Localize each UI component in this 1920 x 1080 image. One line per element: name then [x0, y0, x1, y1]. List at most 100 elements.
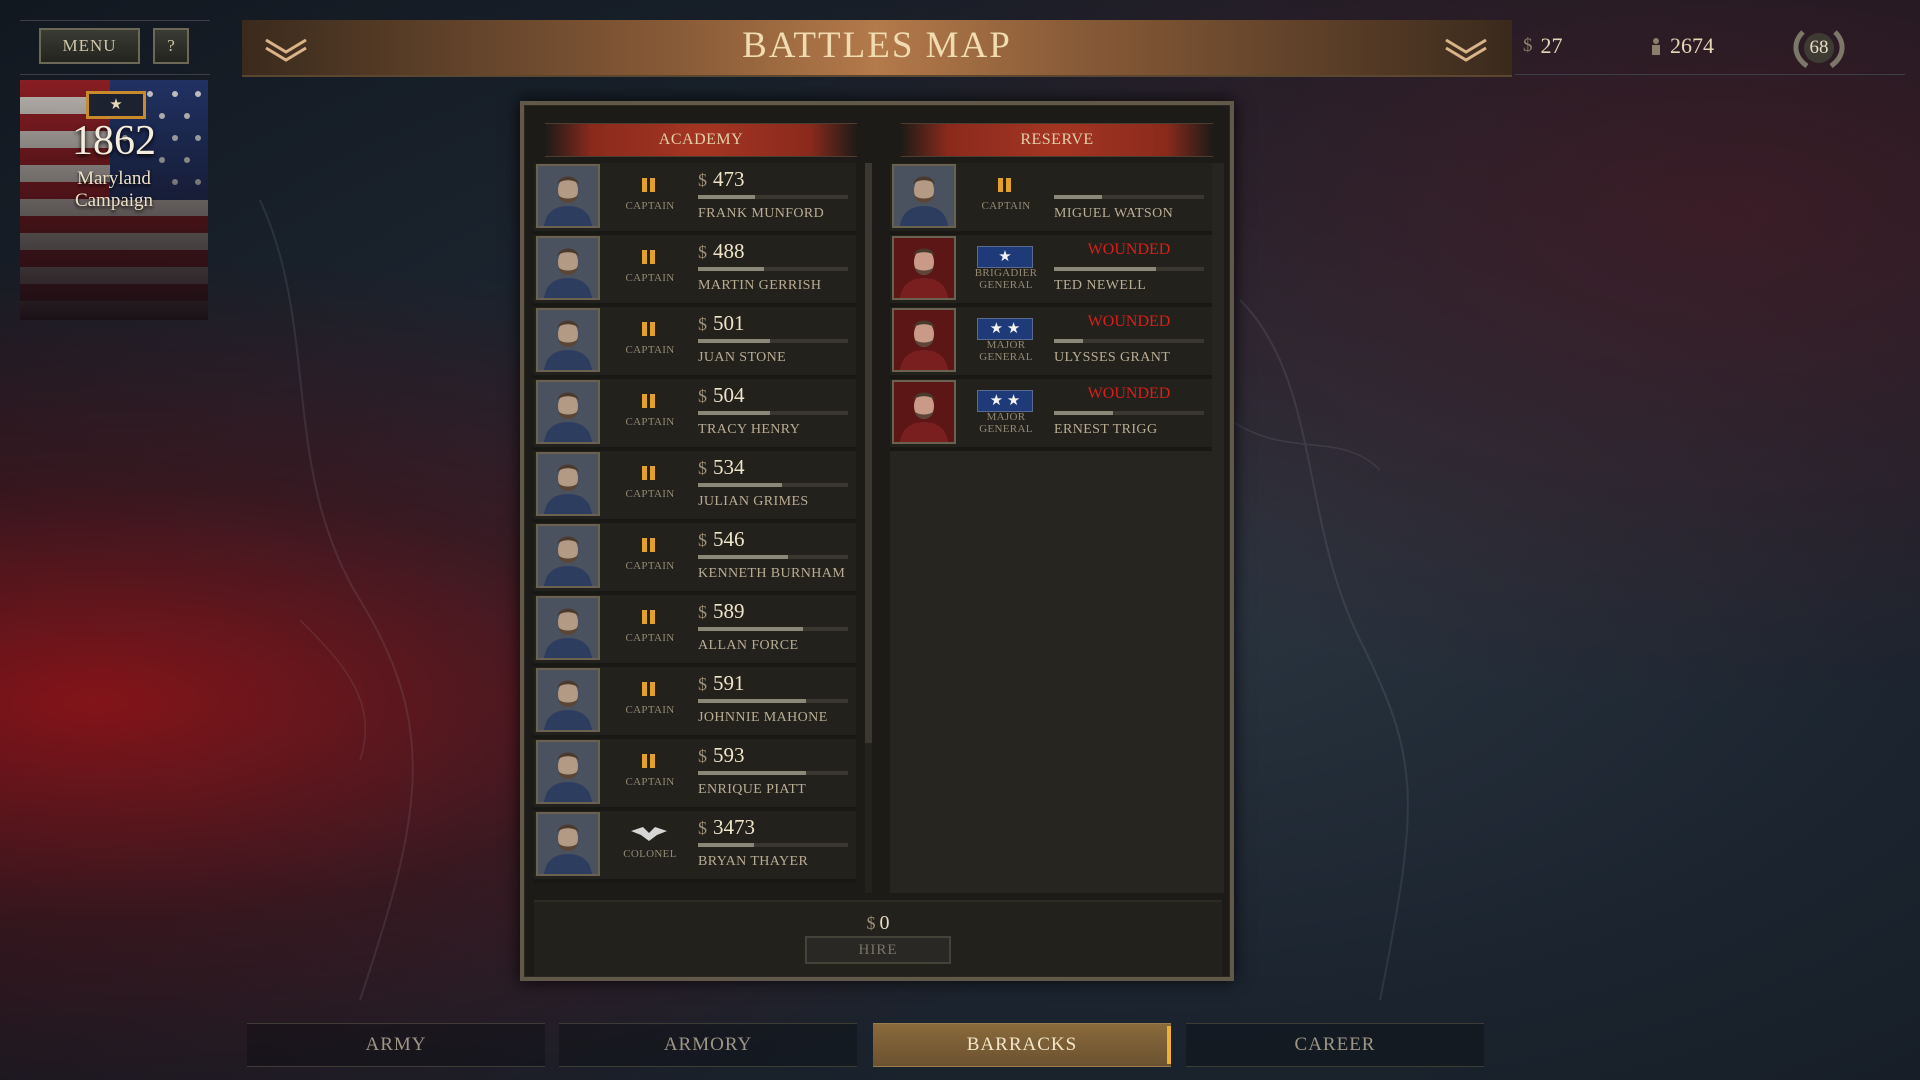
dollar-icon: $: [698, 386, 707, 406]
officer-portrait: [536, 308, 600, 372]
officer-name: KENNETH BURNHAM: [698, 566, 846, 581]
officer-portrait: [536, 236, 600, 300]
academy-officer-row[interactable]: CAPTAIN $591 JOHNNIE MAHONE: [534, 667, 856, 739]
officer-price: $488: [698, 239, 745, 264]
tab-career[interactable]: CAREER: [1186, 1023, 1484, 1067]
academy-officer-row[interactable]: CAPTAIN $534 JULIAN GRIMES: [534, 451, 856, 523]
experience-bar: [1054, 195, 1204, 199]
menu-button[interactable]: MENU: [39, 28, 140, 64]
officer-name: TED NEWELL: [1054, 278, 1147, 293]
academy-officer-row[interactable]: CAPTAIN $504 TRACY HENRY: [534, 379, 856, 451]
experience-bar: [698, 627, 848, 631]
top-divider: [20, 20, 210, 21]
officer-name: BRYAN THAYER: [698, 854, 809, 869]
campaign-name-line: Campaign: [74, 190, 154, 211]
reserve-officer-row[interactable]: CAPTAIN MIGUEL WATSON: [890, 163, 1212, 235]
captain-bars-icon: [616, 677, 682, 701]
officer-rank: CAPTAIN: [625, 632, 675, 644]
experience-bar: [1054, 339, 1204, 343]
captain-bars-icon: [616, 317, 682, 341]
wounded-status: WOUNDED: [1087, 313, 1171, 330]
academy-officer-row[interactable]: CAPTAIN $501 JUAN STONE: [534, 307, 856, 379]
academy-officer-row[interactable]: CAPTAIN $593 ENRIQUE PIATT: [534, 739, 856, 811]
academy-list[interactable]: CAPTAIN $473 FRANK MUNFORD CAPTAIN $488 MARTI…: [534, 163, 864, 893]
campaign-star-badge: ★: [86, 91, 146, 119]
officer-portrait: [892, 380, 956, 444]
rank-level: 68: [1809, 37, 1829, 58]
officer-rank: CAPTAIN: [981, 200, 1031, 212]
academy-officer-row[interactable]: CAPTAIN $488 MARTIN GERRISH: [534, 235, 856, 307]
experience-bar: [1054, 411, 1204, 415]
experience-bar: [1054, 267, 1204, 271]
scrollbar-thumb[interactable]: [865, 163, 872, 743]
officer-rank: MAJOR GENERAL: [968, 411, 1044, 435]
officer-rank: CAPTAIN: [625, 200, 675, 212]
officer-price: $504: [698, 383, 745, 408]
dollar-icon: $: [698, 170, 707, 190]
general-stars: ★ ★: [977, 318, 1033, 340]
officer-portrait: [536, 452, 600, 516]
officer-portrait: [536, 668, 600, 732]
reserve-officer-row[interactable]: ★ ★ MAJOR GENERAL WOUNDED ERNEST TRIGG: [890, 379, 1212, 451]
captain-bars-icon: [616, 245, 682, 269]
chevron-down-icon[interactable]: [1442, 32, 1490, 66]
officer-price: $591: [698, 671, 745, 696]
officer-portrait: [892, 164, 956, 228]
title-bar: BATTLES MAP: [242, 20, 1512, 77]
captain-bars-icon: [616, 749, 682, 773]
experience-bar: [698, 843, 848, 847]
hire-button[interactable]: HIRE: [805, 936, 951, 964]
hire-cost: $0: [534, 912, 1222, 935]
experience-bar: [698, 267, 848, 271]
captain-bars-icon: [616, 533, 682, 557]
officer-rank: CAPTAIN: [625, 704, 675, 716]
dollar-icon: $: [698, 602, 707, 622]
officer-rank-line: GENERAL: [979, 351, 1033, 363]
tab-army[interactable]: ARMY: [247, 1023, 545, 1067]
officer-rank: COLONEL: [623, 848, 677, 860]
academy-scrollbar[interactable]: [865, 163, 872, 893]
experience-bar: [698, 195, 848, 199]
reserve-header: RESERVE: [901, 123, 1213, 157]
hire-cost-value: 0: [879, 912, 890, 934]
officer-price: $546: [698, 527, 745, 552]
officer-portrait: [536, 596, 600, 660]
experience-bar: [698, 771, 848, 775]
general-stars-icon: ★ ★: [972, 389, 1038, 413]
officer-rank-line: GENERAL: [979, 279, 1033, 291]
wounded-status: WOUNDED: [1087, 241, 1171, 258]
officer-rank-line: MAJOR: [986, 411, 1026, 423]
officer-portrait: [536, 380, 600, 444]
dollar-icon: $: [698, 242, 707, 262]
top-divider: [20, 74, 210, 75]
academy-officer-row[interactable]: CAPTAIN $546 KENNETH BURNHAM: [534, 523, 856, 595]
officer-price-value: 534: [713, 455, 745, 479]
officer-rank: MAJOR GENERAL: [968, 339, 1044, 363]
officer-name: ULYSSES GRANT: [1054, 350, 1171, 365]
tab-armory[interactable]: ARMORY: [559, 1023, 857, 1067]
officer-rank-line: BRIGADIER: [974, 267, 1038, 279]
academy-officer-row[interactable]: CAPTAIN $473 FRANK MUNFORD: [534, 163, 856, 235]
officer-rank: CAPTAIN: [625, 560, 675, 572]
officer-portrait: [536, 740, 600, 804]
help-button[interactable]: ?: [153, 28, 189, 64]
academy-officer-row[interactable]: CAPTAIN $589 ALLAN FORCE: [534, 595, 856, 667]
officer-price: $593: [698, 743, 745, 768]
experience-bar: [698, 555, 848, 559]
dollar-icon: $: [698, 746, 707, 766]
page-title: BATTLES MAP: [742, 25, 1012, 66]
officer-price: $589: [698, 599, 745, 624]
general-stars-icon: ★: [972, 245, 1038, 269]
officer-name: ERNEST TRIGG: [1054, 422, 1158, 437]
reserve-officer-row[interactable]: ★ BRIGADIER GENERAL WOUNDED TED NEWELL: [890, 235, 1212, 307]
tab-barracks[interactable]: BARRACKS: [873, 1023, 1171, 1067]
reserve-list[interactable]: CAPTAIN MIGUEL WATSON ★ BRIGADIER GENERAL WOU…: [890, 163, 1224, 893]
campaign-year: 1862: [72, 118, 156, 164]
academy-officer-row[interactable]: COLONEL $3473 BRYAN THAYER: [534, 811, 856, 883]
reserve-officer-row[interactable]: ★ ★ MAJOR GENERAL WOUNDED ULYSSES GRANT: [890, 307, 1212, 379]
officer-price-value: 488: [713, 239, 745, 263]
soldier-icon: [1652, 38, 1660, 55]
campaign-name: Maryland Campaign: [20, 168, 208, 212]
captain-bars-icon: [616, 173, 682, 197]
officer-price-value: 593: [713, 743, 745, 767]
